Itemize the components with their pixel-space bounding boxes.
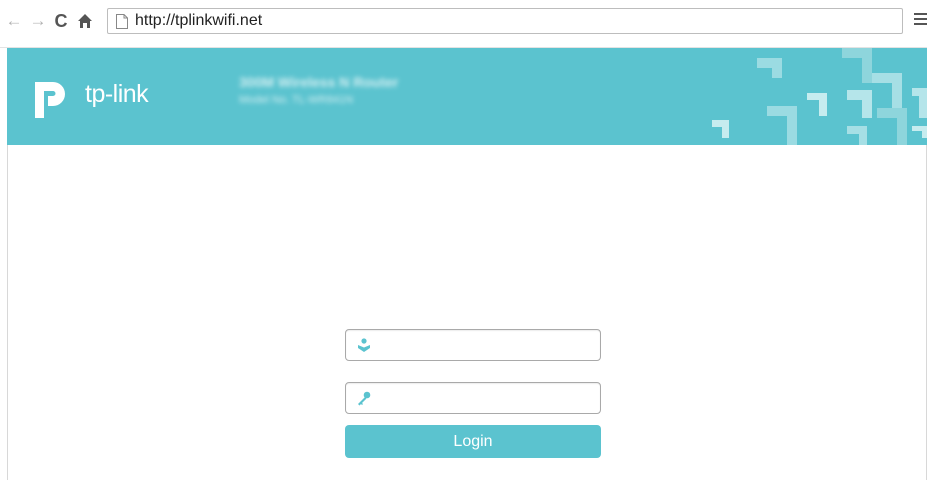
user-icon (358, 338, 370, 352)
header-banner: tp-link 300M Wireless N Router Model No.… (7, 48, 927, 145)
back-arrow-icon[interactable]: ← (4, 10, 24, 32)
url-text: http://tplinkwifi.net (135, 12, 263, 29)
model-number: Model No. TL-WR841N (239, 94, 354, 106)
username-field[interactable] (345, 329, 601, 361)
password-input[interactable] (380, 387, 594, 411)
address-bar[interactable]: http://tplinkwifi.net (107, 8, 903, 34)
decorative-pattern (712, 48, 927, 145)
forward-arrow-icon[interactable]: → (28, 10, 48, 32)
product-title: 300M Wireless N Router (239, 74, 399, 90)
key-icon (358, 391, 371, 406)
tp-link-logo: tp-link (31, 72, 171, 122)
home-icon[interactable] (75, 10, 95, 32)
reload-icon[interactable]: C (51, 10, 71, 32)
brand-name: tp-link (85, 80, 149, 108)
login-button[interactable]: Login (345, 425, 601, 458)
page-border-left (7, 144, 8, 480)
product-info: 300M Wireless N Router Model No. TL-WR84… (239, 74, 398, 106)
username-input[interactable] (380, 334, 594, 358)
page-icon (116, 14, 128, 29)
password-field[interactable] (345, 382, 601, 414)
browser-toolbar: ← → C http://tplinkwifi.net (0, 0, 927, 48)
hamburger-menu-icon[interactable] (914, 13, 927, 29)
tp-link-logo-icon (35, 82, 65, 118)
